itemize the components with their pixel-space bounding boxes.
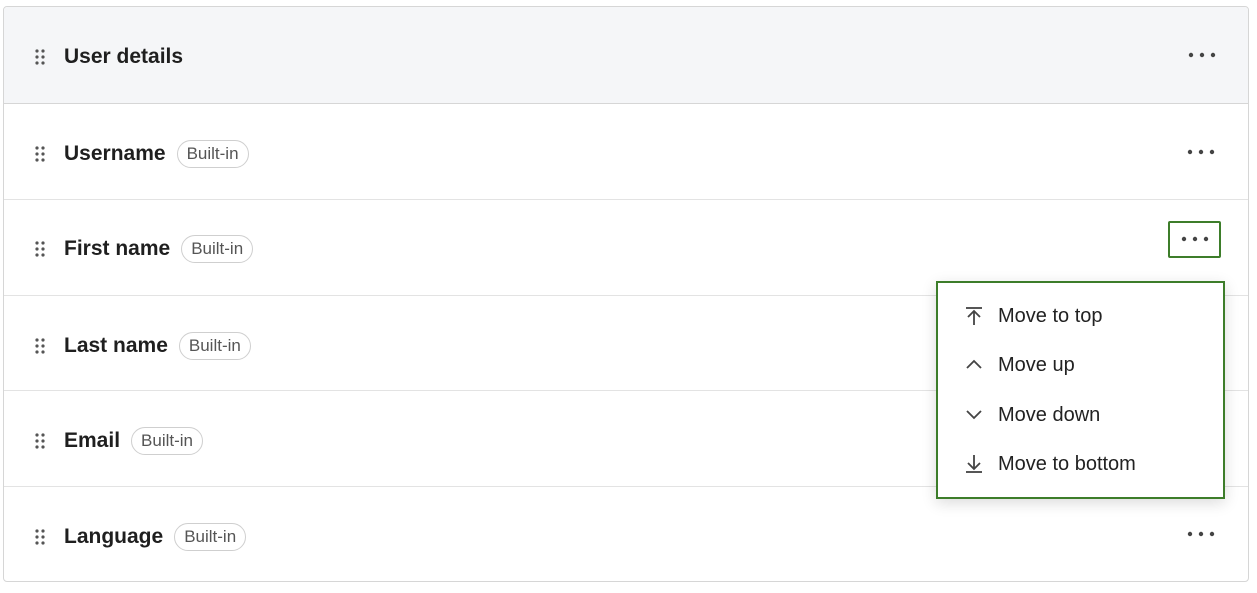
field-row-username: Username Built-in: [4, 104, 1248, 200]
menu-item-label: Move to top: [998, 305, 1103, 327]
field-name: Email: [64, 429, 121, 452]
field-name: Last name: [64, 334, 168, 357]
more-horizontal-icon: [1185, 45, 1219, 65]
drag-handle-icon[interactable]: [35, 529, 45, 545]
field-name: First name: [64, 237, 171, 260]
built-in-badge: Built-in: [178, 332, 251, 360]
row-actions-menu: Move to top Move up Move down Move to bo…: [936, 281, 1225, 499]
more-horizontal-icon: [1177, 229, 1213, 249]
field-label-group: Username Built-in: [64, 139, 249, 169]
section-header: User details: [4, 7, 1248, 104]
field-label-group: Last name Built-in: [64, 331, 251, 361]
built-in-badge: Built-in: [131, 427, 203, 455]
menu-item-move-to-bottom[interactable]: Move to bottom: [938, 441, 1223, 487]
built-in-badge: Built-in: [176, 140, 249, 168]
arrow-up-to-line-icon: [964, 306, 984, 326]
menu-item-move-to-top[interactable]: Move to top: [938, 293, 1223, 339]
built-in-badge: Built-in: [181, 235, 254, 263]
drag-handle-icon[interactable]: [35, 338, 45, 354]
drag-handle-icon[interactable]: [35, 49, 45, 65]
drag-handle-icon[interactable]: [35, 146, 45, 162]
more-horizontal-icon: [1184, 142, 1218, 162]
chevron-up-icon: [964, 355, 984, 375]
first-name-more-button[interactable]: [1168, 221, 1221, 258]
menu-item-label: Move to bottom: [998, 453, 1136, 475]
field-more-button[interactable]: [1184, 524, 1218, 544]
field-more-button[interactable]: [1184, 142, 1218, 162]
field-row-language: Language Built-in: [4, 487, 1248, 581]
arrow-down-to-line-icon: [964, 454, 984, 474]
built-in-badge: Built-in: [174, 523, 247, 551]
menu-item-label: Move down: [998, 404, 1101, 426]
field-label-group: Email Built-in: [64, 426, 203, 456]
more-horizontal-icon: [1184, 524, 1218, 544]
menu-item-label: Move up: [998, 354, 1075, 376]
section-more-button[interactable]: [1185, 45, 1219, 65]
field-label-group: Language Built-in: [64, 522, 247, 552]
drag-handle-icon[interactable]: [35, 241, 45, 257]
field-name: Language: [64, 525, 164, 548]
section-title: User details: [64, 45, 184, 68]
menu-item-move-down[interactable]: Move down: [938, 392, 1223, 438]
field-label-group: First name Built-in: [64, 234, 254, 264]
field-name: Username: [64, 142, 166, 165]
chevron-down-icon: [964, 405, 984, 425]
drag-handle-icon[interactable]: [35, 433, 45, 449]
menu-item-move-up[interactable]: Move up: [938, 342, 1223, 388]
